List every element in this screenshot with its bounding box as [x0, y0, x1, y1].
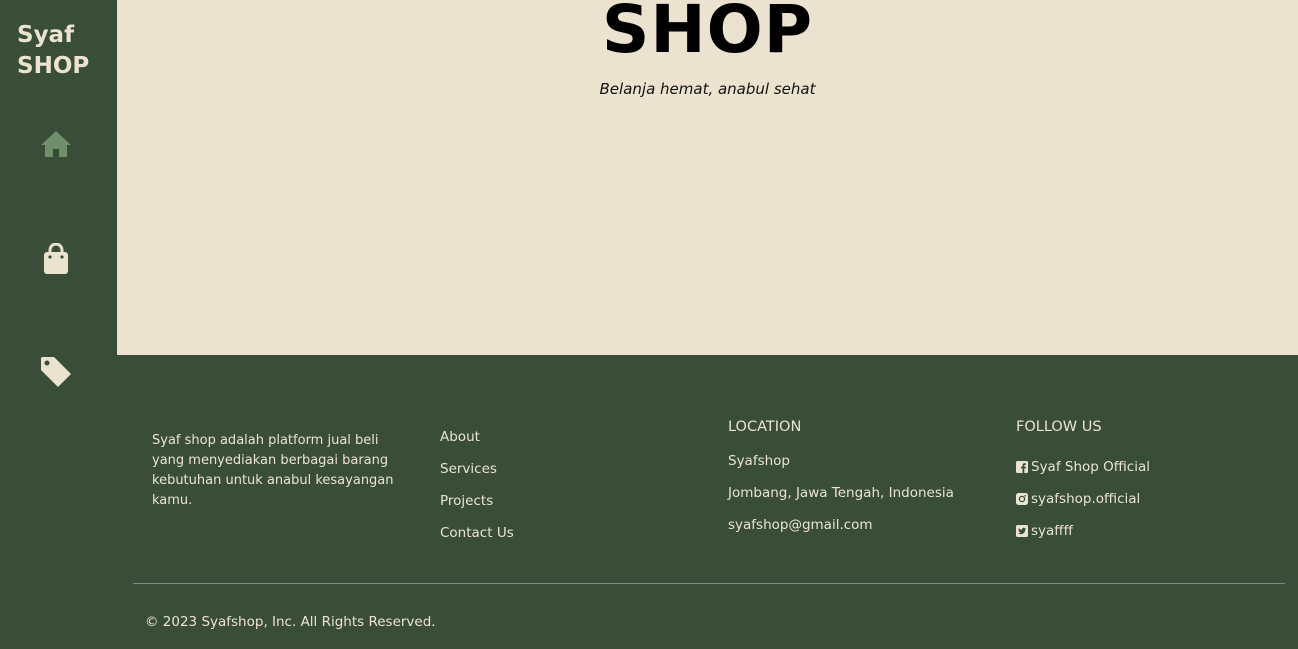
twitter-label: syaffff — [1031, 523, 1073, 539]
footer-divider — [133, 583, 1285, 584]
location-email[interactable]: syafshop@gmail.com — [728, 515, 954, 547]
tag-icon — [41, 357, 71, 387]
footer-about-text: Syaf shop adalah platform jual beli yang… — [152, 433, 394, 508]
location-heading: LOCATION — [728, 419, 802, 435]
footer-link-about[interactable]: About — [440, 427, 514, 459]
location-address: Jombang, Jawa Tengah, Indonesia — [728, 485, 954, 501]
facebook-label: Syaf Shop Official — [1031, 459, 1150, 475]
social-twitter-link[interactable]: syaffff — [1016, 515, 1150, 547]
footer-follow: FOLLOW US Syaf Shop Official syafshop.of… — [1016, 417, 1150, 547]
footer-link-services[interactable]: Services — [440, 459, 514, 491]
follow-heading: FOLLOW US — [1016, 419, 1102, 435]
brand-logo[interactable]: Syaf SHOP — [17, 20, 89, 82]
nav-shop[interactable] — [38, 241, 74, 277]
brand-line-2: SHOP — [17, 53, 90, 79]
copyright-text: © 2023 Syafshop, Inc. All Rights Reserve… — [145, 614, 436, 630]
nav-home[interactable] — [38, 126, 74, 162]
footer-location: LOCATION Syafshop Jombang, Jawa Tengah, … — [728, 417, 954, 547]
social-instagram-link[interactable]: syafshop.official — [1016, 483, 1150, 515]
page-subtitle: Belanja hemat, anabul sehat — [599, 80, 816, 98]
instagram-label: syafshop.official — [1031, 491, 1141, 507]
nav-tags[interactable] — [38, 354, 74, 390]
location-name: Syafshop — [728, 453, 791, 469]
social-facebook-link[interactable]: Syaf Shop Official — [1016, 451, 1150, 483]
shopping-bag-icon — [44, 243, 68, 274]
brand-line-1: Syaf — [17, 22, 75, 48]
home-icon — [41, 131, 71, 157]
hero-section: SHOP Belanja hemat, anabul sehat — [117, 0, 1298, 355]
instagram-icon — [1016, 493, 1028, 505]
facebook-icon — [1016, 461, 1028, 473]
footer-links: About Services Projects Contact Us — [440, 427, 514, 555]
footer-link-projects[interactable]: Projects — [440, 491, 514, 523]
footer-link-contact[interactable]: Contact Us — [440, 523, 514, 555]
page-title: SHOP — [601, 0, 814, 68]
twitter-icon — [1016, 525, 1028, 537]
footer: Syaf shop adalah platform jual beli yang… — [117, 355, 1298, 649]
sidebar: Syaf SHOP — [0, 0, 117, 649]
